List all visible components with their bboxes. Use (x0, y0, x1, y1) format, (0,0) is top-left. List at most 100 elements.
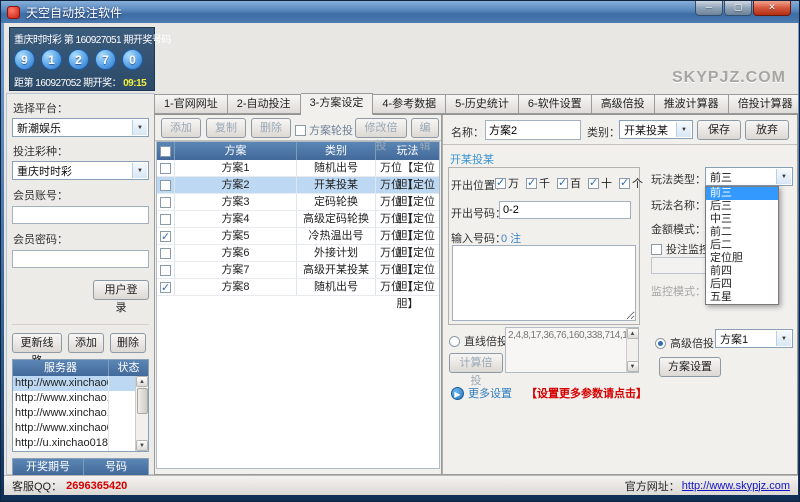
plan-row-checkbox[interactable] (160, 163, 171, 174)
plan-row-checkbox[interactable] (160, 180, 171, 191)
position-option[interactable]: 万 (495, 175, 519, 191)
plan-rotate-checkbox[interactable] (295, 125, 306, 136)
lottery-select[interactable]: 重庆时时彩 ▼ (12, 161, 149, 180)
scrollbar-thumb[interactable] (137, 388, 148, 414)
delete-line-button[interactable]: 删除 (110, 333, 146, 353)
tab-8[interactable]: 推波计算器 (655, 94, 729, 114)
play-type-option[interactable]: 后三 (706, 200, 778, 213)
tab-9[interactable]: 倍投计算器 (729, 94, 798, 114)
tab-3[interactable]: 3-方案设定 (301, 93, 374, 115)
category-select[interactable]: 开某投某 ▼ (619, 120, 693, 139)
open-number-input[interactable] (499, 201, 631, 219)
tab-1[interactable]: 1-官网网址 (154, 94, 228, 114)
plan-delete-button[interactable]: 删除 (251, 118, 291, 138)
chevron-down-icon[interactable]: ▼ (132, 120, 147, 135)
tab-5[interactable]: 5-历史统计 (446, 94, 519, 114)
chevron-down-icon[interactable]: ▼ (676, 122, 691, 137)
countdown-row: 距第 160927052 期开奖：09:15 (14, 74, 150, 89)
position-option[interactable]: 千 (526, 175, 550, 191)
scroll-down-icon[interactable]: ▼ (627, 361, 639, 372)
plan-row[interactable]: 方案1随机出号万位【定位胆】 (157, 160, 439, 177)
plan-row[interactable]: 方案8随机出号万位【定位胆】 (157, 279, 439, 296)
chevron-down-icon[interactable]: ▼ (776, 169, 791, 184)
play-type-select[interactable]: 前三 ▼ (705, 167, 793, 186)
modify-multiple-button[interactable]: 修改倍投 (355, 118, 407, 138)
login-button[interactable]: 用户登录 (93, 280, 149, 300)
plan-row-checkbox[interactable] (160, 265, 171, 276)
plan-row[interactable]: 方案2开某投某万位【定位胆】 (157, 177, 439, 194)
numbers-textarea[interactable] (452, 245, 636, 321)
add-line-button[interactable]: 添加 (68, 333, 104, 353)
play-type-option[interactable]: 后四 (706, 278, 778, 291)
play-type-option[interactable]: 前三 (706, 187, 778, 200)
position-option[interactable]: 百 (557, 175, 581, 191)
scroll-up-icon[interactable]: ▲ (136, 376, 148, 387)
plan-row[interactable]: 方案4高级定码轮换万位【定位胆】 (157, 211, 439, 228)
plan-row[interactable]: 方案5冷热温出号万位【定位胆】 (157, 228, 439, 245)
position-checkbox[interactable] (588, 178, 599, 189)
play-type-option[interactable]: 中三 (706, 213, 778, 226)
play-type-option[interactable]: 后二 (706, 239, 778, 252)
linear-box-scrollbar[interactable]: ▲ ▼ (626, 328, 638, 372)
position-checkbox[interactable] (495, 178, 506, 189)
plan-copy-button[interactable]: 复制 (206, 118, 246, 138)
plan-edit-button[interactable]: 编辑 (411, 118, 439, 138)
tab-2[interactable]: 2-自动投注 (228, 94, 301, 114)
save-button[interactable]: 保存 (697, 120, 741, 140)
play-type-option[interactable]: 前二 (706, 226, 778, 239)
advanced-multiple-radio[interactable] (655, 338, 666, 349)
scroll-up-icon[interactable]: ▲ (627, 328, 639, 339)
position-checkbox[interactable] (557, 178, 568, 189)
position-option[interactable]: 个 (619, 175, 643, 191)
plan-row-checkbox[interactable] (160, 197, 171, 208)
scroll-down-icon[interactable]: ▼ (136, 440, 148, 451)
minimize-button[interactable]: ─ (695, 1, 723, 16)
plan-row-checkbox[interactable] (160, 231, 171, 242)
plan-row[interactable]: 方案3定码轮换万位【定位胆】 (157, 194, 439, 211)
plan-name-input[interactable] (485, 120, 581, 140)
password-input[interactable] (12, 250, 149, 268)
site-url-link[interactable]: http://www.skypjz.com (682, 480, 790, 492)
discard-button[interactable]: 放弃 (745, 120, 789, 140)
calc-multiple-button[interactable]: 计算倍投 (449, 353, 503, 373)
play-type-option[interactable]: 定位胆 (706, 252, 778, 265)
play-type-option[interactable]: 前四 (706, 265, 778, 278)
linear-multiple-radio[interactable] (449, 336, 460, 347)
tab-6[interactable]: 6-软件设置 (519, 94, 592, 114)
more-settings-icon[interactable]: ▶ (451, 387, 464, 400)
platform-select[interactable]: 新潮娱乐 ▼ (12, 118, 149, 137)
more-settings-hint[interactable]: 【设置更多参数请点击】 (526, 385, 647, 401)
plan-settings-button[interactable]: 方案设置 (659, 357, 721, 377)
plan-row-checkbox[interactable] (160, 282, 171, 293)
plan-play: 万位【定位胆】 (375, 194, 439, 210)
tab-4[interactable]: 4-参考数据 (373, 94, 446, 114)
account-input[interactable] (12, 206, 149, 224)
monitor-checkbox[interactable] (651, 244, 662, 255)
position-option[interactable]: 十 (588, 175, 612, 191)
maximize-button[interactable]: ▢ (724, 1, 752, 16)
play-type-option[interactable]: 五星 (706, 291, 778, 304)
plan-row[interactable]: 方案6外接计划万位【定位胆】 (157, 245, 439, 262)
position-checkbox[interactable] (526, 178, 537, 189)
tab-7[interactable]: 高级倍投 (592, 94, 655, 114)
chevron-down-icon[interactable]: ▼ (776, 331, 791, 346)
server-table-scrollbar[interactable]: ▲ ▼ (135, 376, 148, 451)
server-row[interactable]: http://www.xinchao08... (13, 421, 135, 436)
linear-sequence-box[interactable]: 2,4,8,17,36,76,160,338,714,1507 ▲ ▼ (505, 327, 639, 373)
more-settings-link[interactable]: 更多设置 (468, 385, 512, 401)
plan-add-button[interactable]: 添加 (161, 118, 201, 138)
position-checkbox[interactable] (619, 178, 630, 189)
advanced-plan-select[interactable]: 方案1 ▼ (715, 329, 793, 348)
chevron-down-icon[interactable]: ▼ (132, 163, 147, 178)
plan-row-checkbox[interactable] (160, 214, 171, 225)
plan-row[interactable]: 方案7高级开某投某万位【定位胆】 (157, 262, 439, 279)
server-row[interactable]: http://www.xinchao06... (13, 376, 135, 391)
select-all-checkbox[interactable] (160, 146, 171, 157)
close-button[interactable]: ✕ (753, 1, 791, 16)
server-row[interactable]: http://www.xinchao16... (13, 406, 135, 421)
server-row[interactable]: http://www.xinchao15... (13, 391, 135, 406)
server-row[interactable]: http://u.xinchao018.c... (13, 436, 135, 451)
update-lines-button[interactable]: 更新线路 (12, 333, 62, 353)
plan-row-checkbox[interactable] (160, 248, 171, 259)
app-window: 天空自动投注软件 ─ ▢ ✕ 重庆时时彩 第 160927051 期开奖号码 9… (0, 0, 800, 502)
